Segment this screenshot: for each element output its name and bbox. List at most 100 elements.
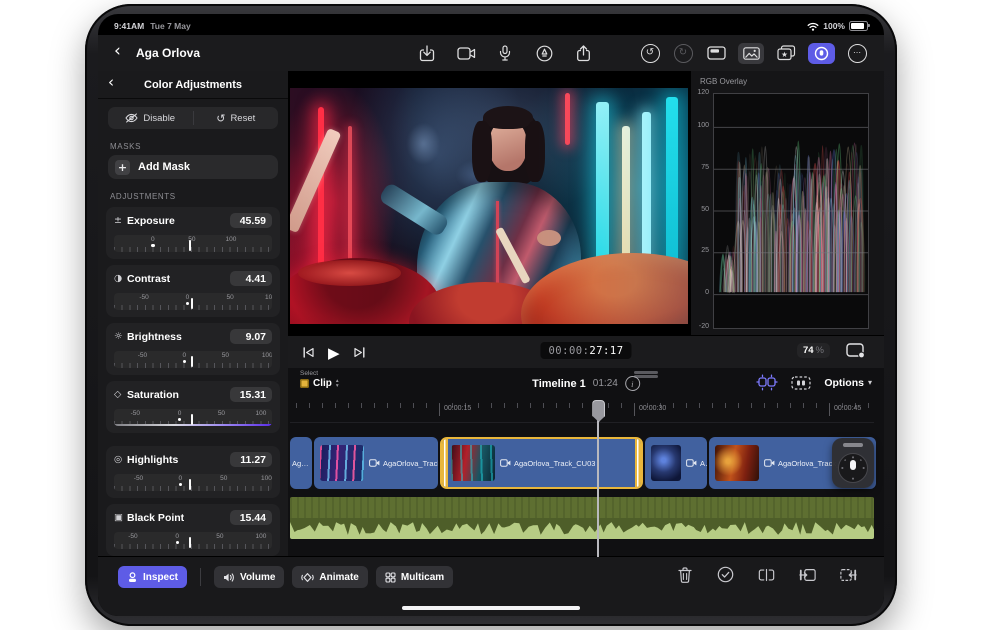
chevron-up-down-icon: ▴▾	[336, 379, 339, 388]
add-mask-button[interactable]: + Add Mask	[108, 155, 278, 179]
options-dropdown[interactable]: Options ▾	[824, 377, 872, 389]
titles-effects-browser-icon[interactable]: ★	[775, 43, 797, 63]
adjustment-brightness: ☼ Brightness 9.07 -50050100	[106, 323, 280, 375]
skip-back-icon[interactable]	[302, 346, 315, 359]
more-options-icon[interactable]: ⋯	[846, 43, 868, 63]
timeline-clips-track: Ag… AgaOrlova_Track_Wid… AgaOrlova_Track…	[290, 437, 874, 489]
reset-button[interactable]: ↺ Reset	[194, 107, 279, 129]
timeline-title: Timeline 1	[532, 378, 586, 390]
saturation-value[interactable]: 15.31	[230, 387, 272, 402]
media-browser-icon[interactable]	[738, 43, 764, 64]
animate-icon	[301, 572, 314, 583]
highlights-slider[interactable]: -50050100	[114, 474, 272, 491]
share-icon[interactable]	[572, 43, 594, 63]
disable-button[interactable]: Disable	[108, 107, 193, 129]
masks-section-label: MASKS	[110, 142, 276, 151]
record-video-icon[interactable]	[455, 43, 477, 63]
saturation-slider[interactable]: -50050100	[114, 409, 272, 426]
timeline-clip[interactable]: Ag…	[290, 437, 312, 489]
highlights-value[interactable]: 11.27	[230, 452, 272, 467]
filmstrip-icon[interactable]	[705, 43, 727, 63]
jog-dial[interactable]	[838, 453, 868, 483]
brightness-slider[interactable]: -50050100	[114, 351, 272, 368]
black-point-slider[interactable]: -50050100	[114, 532, 272, 549]
black-point-value[interactable]: 15.44	[230, 510, 272, 525]
svg-text:★: ★	[781, 50, 788, 59]
skip-forward-icon[interactable]	[353, 346, 366, 359]
panel-title: Color Adjustments	[144, 79, 242, 91]
connected-clips-icon[interactable]	[756, 374, 778, 391]
plus-icon: +	[115, 160, 130, 175]
adjustments-section-label: ADJUSTMENTS	[110, 192, 276, 201]
wifi-icon	[807, 22, 819, 31]
disable-label: Disable	[143, 113, 175, 124]
animate-label: Animate	[319, 572, 358, 583]
highlights-label: Highlights	[127, 454, 230, 466]
highlights-icon: ◎	[114, 454, 127, 465]
split-clip-icon[interactable]	[758, 566, 775, 583]
app-screen: 9:41AM Tue 7 May 100% ‹ Aga Orlova	[98, 14, 884, 616]
insert-left-icon[interactable]	[799, 566, 816, 583]
camera-badge-icon	[500, 459, 511, 467]
timeline-duration: 01:24	[593, 378, 618, 389]
jog-wheel-overlay[interactable]	[832, 438, 874, 488]
delete-icon[interactable]	[676, 566, 693, 583]
status-bar: 9:41AM Tue 7 May 100%	[98, 17, 884, 35]
status-time: 9:41AM	[114, 21, 144, 31]
adjustment-contrast: ◑ Contrast 4.41 -50050100	[106, 265, 280, 317]
scope-axis-tick: -20	[691, 323, 709, 330]
multicam-button[interactable]: Multicam	[376, 566, 453, 588]
jog-pointer	[850, 460, 856, 470]
insert-right-icon[interactable]	[840, 566, 857, 583]
timeline-clip[interactable]: AgaOrlova_Track_Wid…	[314, 437, 438, 489]
timeline-clip[interactable]: A…	[645, 437, 707, 489]
info-icon[interactable]: i	[625, 376, 640, 391]
top-toolbar: ‹ Aga Orlova ↺ ↻ ★ ⋯	[98, 35, 884, 71]
select-mode-dropdown[interactable]: Select Clip ▴▾	[300, 370, 339, 389]
adjustment-saturation: ◇ Saturation 15.31 -50050100	[106, 381, 280, 433]
panel-back-chevron-icon[interactable]: ‹	[108, 73, 114, 91]
battery-percent: 100%	[823, 21, 845, 31]
toolbar-divider	[200, 568, 201, 586]
back-chevron-icon[interactable]: ‹	[114, 41, 121, 61]
jog-wheel-toggle-button[interactable]	[808, 43, 835, 64]
playhead[interactable]	[597, 400, 599, 557]
timeline-clip-selected[interactable]: AgaOrlova_Track_CU03	[440, 437, 643, 489]
brightness-value[interactable]: 9.07	[230, 329, 272, 344]
ipad-device-frame: 9:41AM Tue 7 May 100% ‹ Aga Orlova	[85, 4, 897, 626]
viewer-zoom-level[interactable]: 74%	[797, 343, 830, 358]
contrast-value[interactable]: 4.41	[230, 271, 272, 286]
audio-track[interactable]	[290, 497, 874, 539]
play-button[interactable]: ▶	[328, 344, 340, 362]
clip-thumbnail	[451, 445, 495, 481]
approve-check-icon[interactable]	[717, 566, 734, 583]
clip-thumbnail	[715, 445, 759, 481]
import-icon[interactable]	[416, 43, 438, 63]
timecode-display[interactable]: 00:00:27:17	[540, 342, 631, 359]
volume-label: Volume	[240, 572, 275, 583]
inspect-button[interactable]: Inspect	[118, 566, 187, 588]
add-mask-label: Add Mask	[138, 161, 190, 173]
status-date: Tue 7 May	[150, 21, 190, 31]
adjustment-black-point: ▣ Black Point 15.44 -50050100	[106, 504, 280, 556]
redo-icon[interactable]: ↻	[672, 43, 694, 63]
microphone-icon[interactable]	[494, 43, 516, 63]
exposure-slider[interactable]: 050100	[114, 235, 272, 252]
scope-axis-tick: 100	[691, 122, 709, 129]
snapping-toggle-icon[interactable]	[791, 375, 811, 391]
exposure-value[interactable]: 45.59	[230, 213, 272, 228]
viewer-display-options-icon[interactable]	[846, 343, 866, 359]
timeline-ruler[interactable]: 00:00:1500:00:3000:00:45	[290, 397, 874, 423]
animate-button[interactable]: Animate	[292, 566, 367, 588]
draw-marker-icon[interactable]	[533, 43, 555, 63]
timeline-header: Select Clip ▴▾ Timeline 1 01:24 i	[288, 368, 884, 397]
undo-icon[interactable]: ↺	[639, 43, 661, 63]
exposure-icon: ±	[114, 215, 127, 226]
jog-drag-handle[interactable]	[843, 443, 863, 447]
contrast-slider[interactable]: -50050100	[114, 293, 272, 310]
volume-button[interactable]: Volume	[214, 566, 284, 588]
home-indicator[interactable]	[402, 606, 580, 611]
camera-badge-icon	[369, 459, 380, 467]
scope-axis-tick: 75	[691, 164, 709, 171]
multicam-label: Multicam	[401, 572, 444, 583]
